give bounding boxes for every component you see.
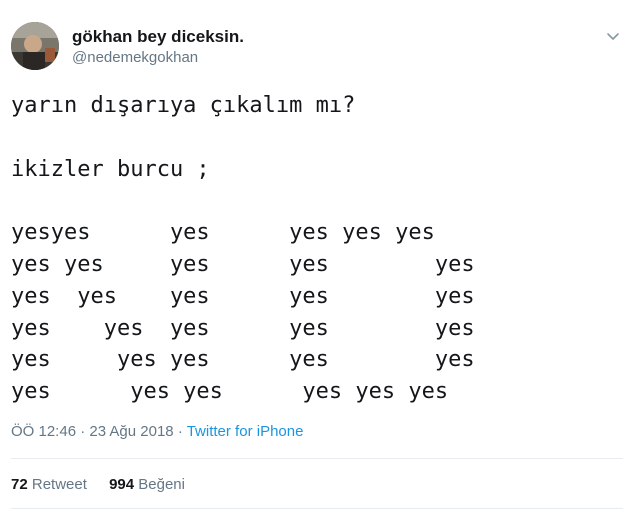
user-handle[interactable]: @nedemekgokhan bbox=[72, 49, 198, 66]
divider bbox=[11, 458, 623, 459]
retweets-label: Retweet bbox=[31, 476, 87, 493]
meta-separator: · bbox=[173, 423, 187, 440]
retweets-stat[interactable]: 72 Retweet bbox=[11, 476, 87, 493]
tweet-source-link[interactable]: Twitter for iPhone bbox=[187, 423, 304, 440]
likes-stat[interactable]: 994 Beğeni bbox=[109, 476, 185, 493]
divider bbox=[11, 508, 623, 509]
tweet-meta: ÖÖ 12:46 · 23 Ağu 2018 · Twitter for iPh… bbox=[11, 423, 303, 440]
tweet-time[interactable]: ÖÖ 12:46 bbox=[11, 423, 76, 440]
likes-label: Beğeni bbox=[138, 476, 185, 493]
likes-count: 994 bbox=[109, 476, 135, 493]
tweet-text: yarın dışarıya çıkalım mı? ikizler burcu… bbox=[11, 93, 475, 405]
meta-separator: · bbox=[76, 423, 90, 440]
tweet-date[interactable]: 23 Ağu 2018 bbox=[89, 423, 173, 440]
chevron-down-icon[interactable] bbox=[603, 26, 623, 46]
tweet-card: gökhan bey diceksin. @nedemekgokhan yarı… bbox=[0, 0, 635, 512]
retweets-count: 72 bbox=[11, 476, 28, 493]
display-name[interactable]: gökhan bey diceksin. bbox=[72, 27, 244, 47]
avatar[interactable] bbox=[11, 22, 59, 70]
tweet-stats: 72 Retweet 994 Beğeni bbox=[11, 476, 203, 493]
